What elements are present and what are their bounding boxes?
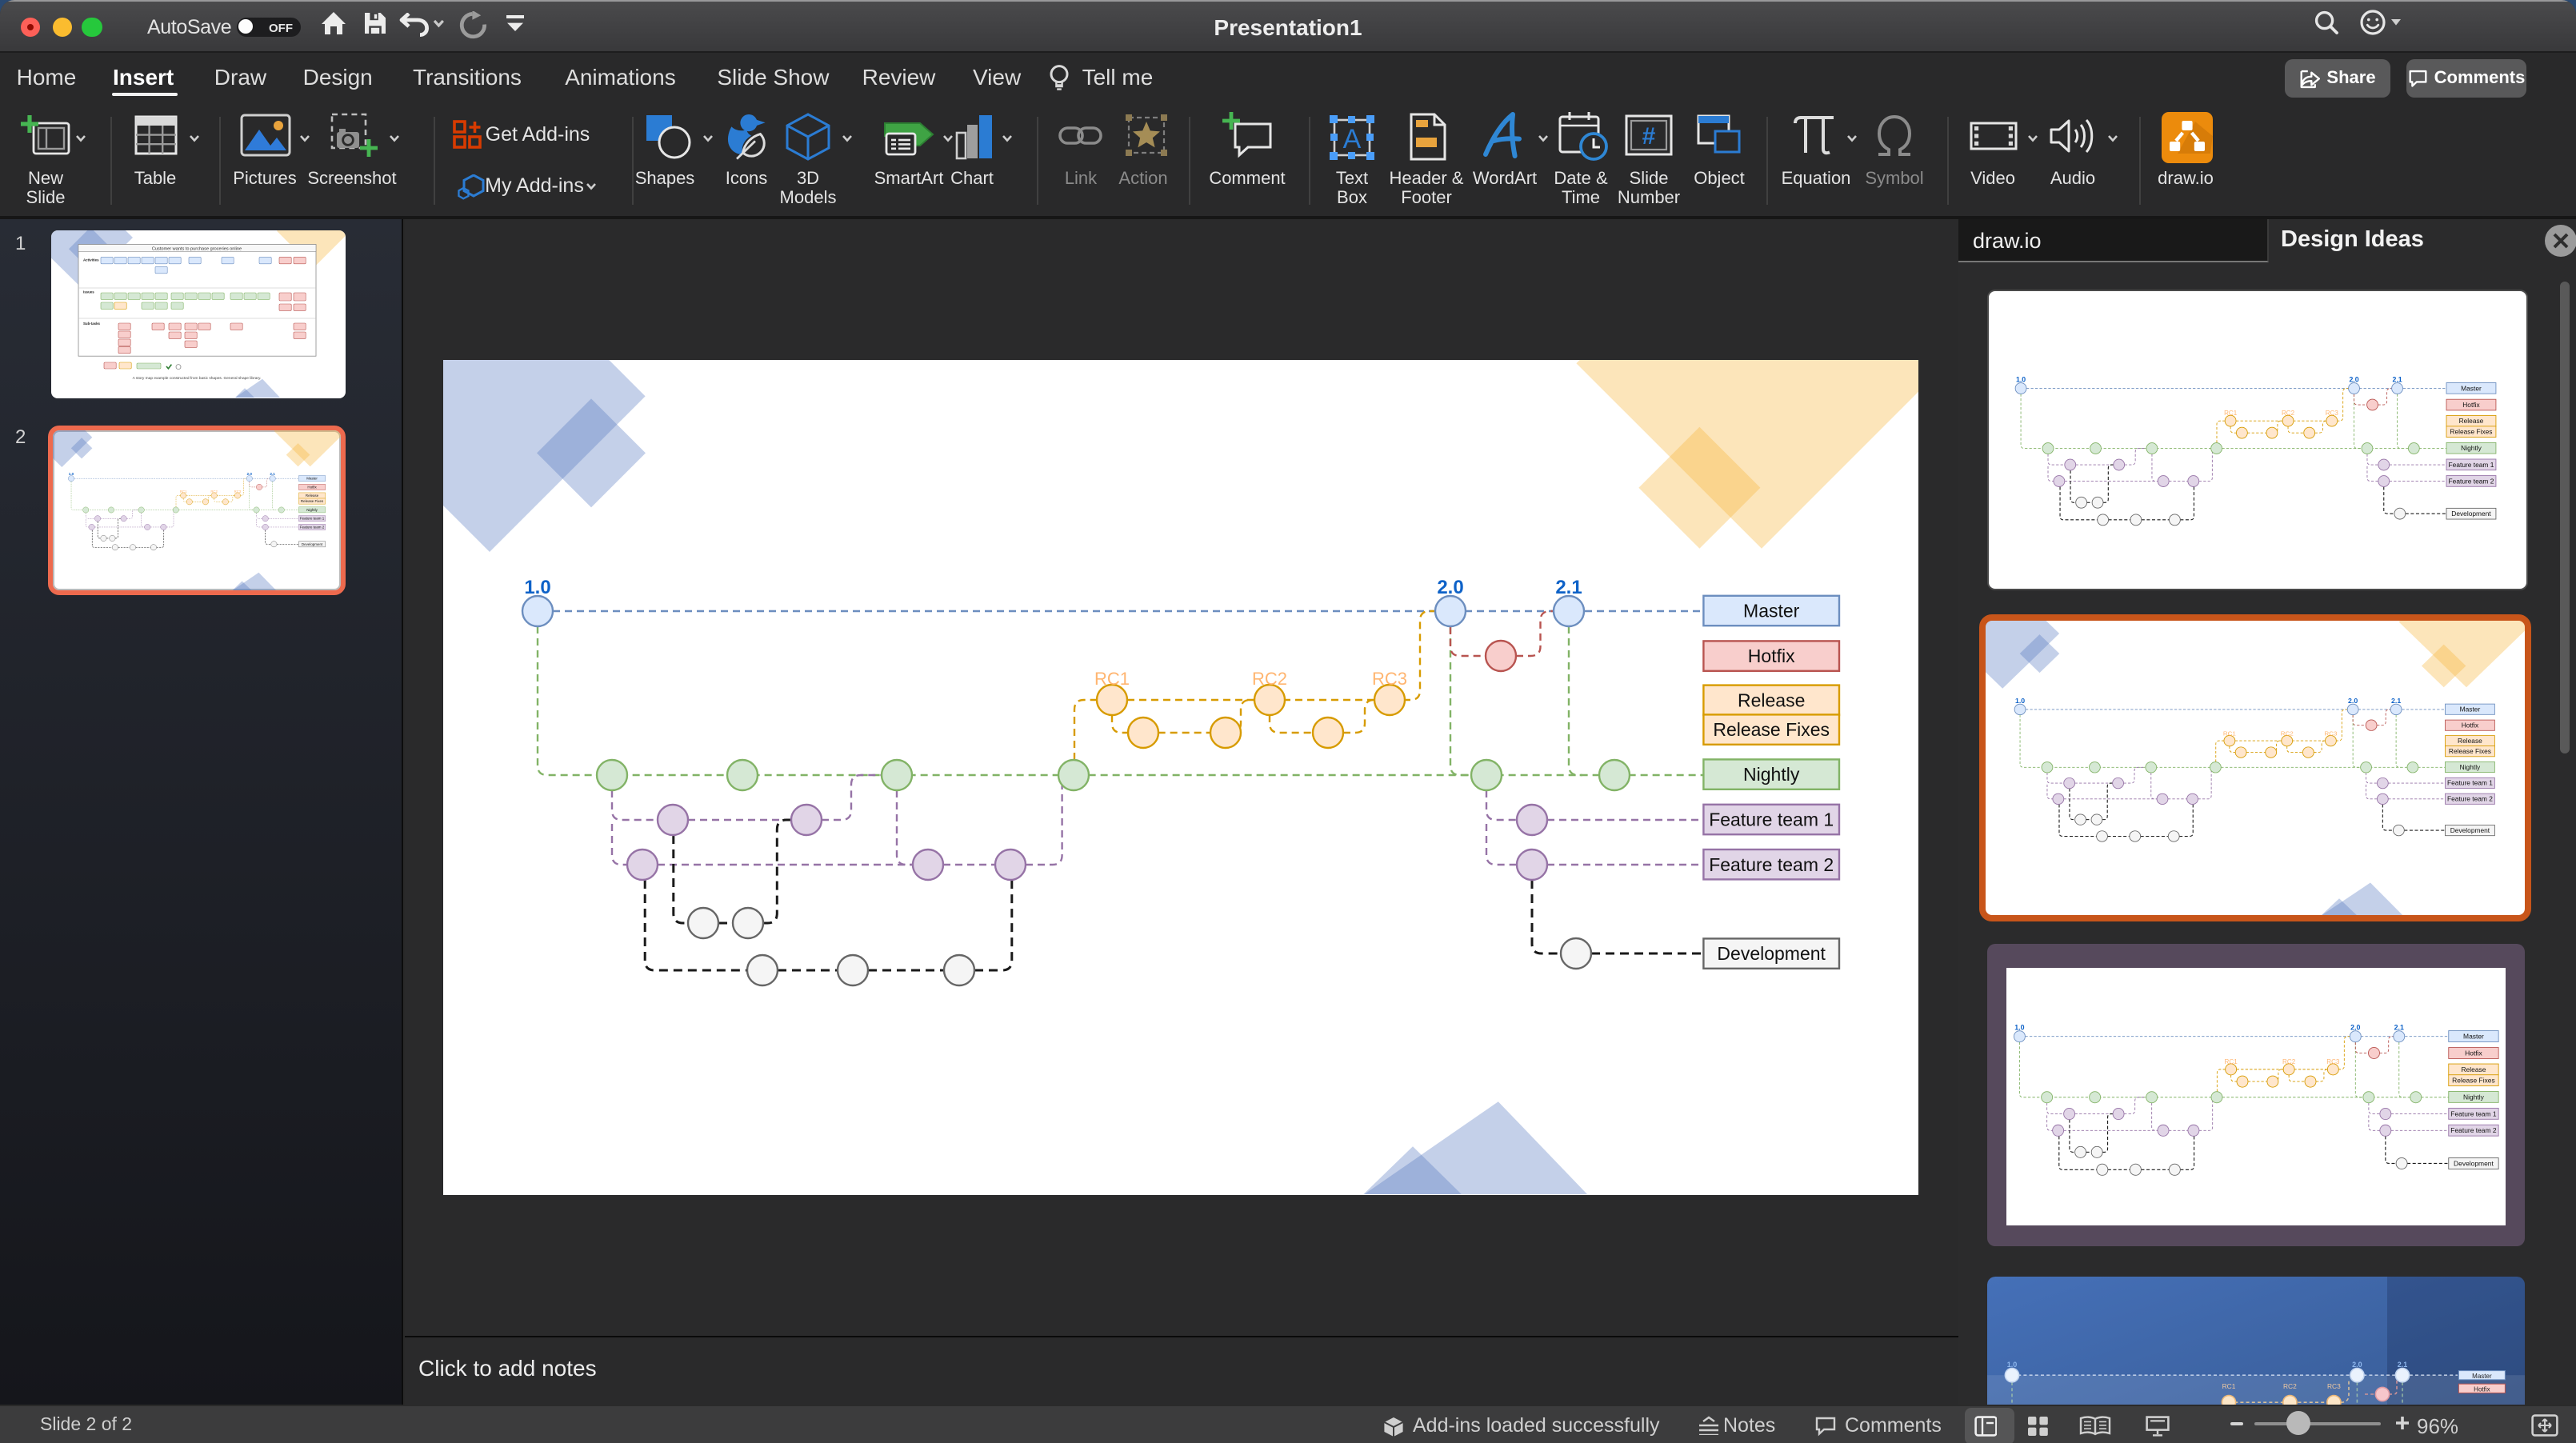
svg-text:RC3: RC3 — [2326, 1382, 2340, 1390]
svg-text:2.1: 2.1 — [2397, 1361, 2407, 1369]
svg-text:1.0: 1.0 — [2006, 1361, 2017, 1369]
svg-text:RC1: RC1 — [2222, 1382, 2235, 1390]
svg-text:A: A — [1343, 123, 1362, 154]
svg-text:Activities: Activities — [82, 258, 98, 262]
svg-text:Sub-tasks: Sub-tasks — [82, 322, 100, 326]
svg-text:RC2: RC2 — [2282, 1382, 2296, 1390]
svg-text:Issues: Issues — [82, 290, 94, 294]
svg-text:Hotfix: Hotfix — [2473, 1386, 2489, 1393]
svg-text:A story map example constructe: A story map example constructed from bas… — [132, 376, 261, 381]
svg-text:2.0: 2.0 — [2351, 1361, 2362, 1369]
svg-text:#: # — [1642, 123, 1656, 150]
svg-text:Master: Master — [2471, 1373, 2491, 1380]
svg-text:Customer wants to purchase gro: Customer wants to purchase groceries onl… — [151, 247, 241, 252]
